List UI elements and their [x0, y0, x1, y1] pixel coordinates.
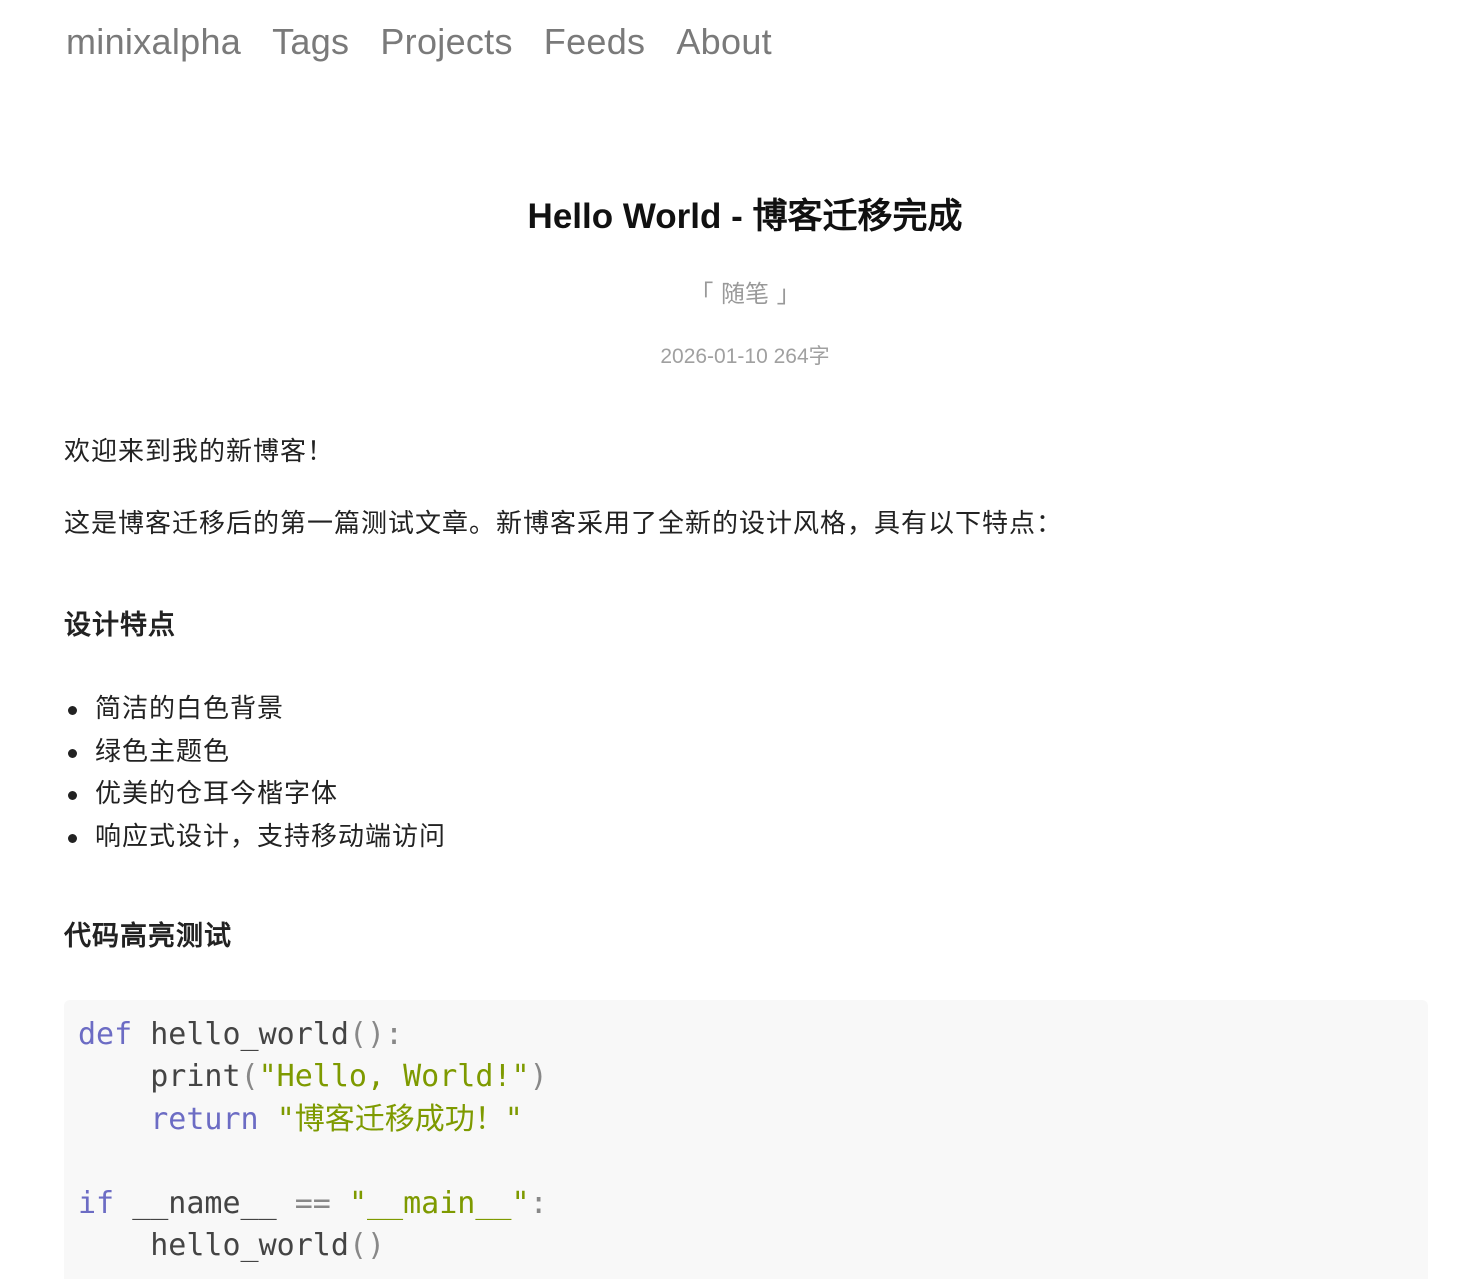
code-identifier: __name__: [132, 1186, 277, 1222]
list-item: 响应式设计，支持移动端访问: [64, 816, 446, 859]
code-line: if __name__ == "__main__":: [78, 1183, 1428, 1225]
nav-link-projects[interactable]: Projects: [380, 21, 512, 63]
post-title: Hello World - 博客迁移完成: [527, 197, 963, 236]
nav-link-about[interactable]: About: [676, 21, 772, 63]
code-punctuation: :: [529, 1186, 548, 1222]
code-string: "Hello, World!": [258, 1059, 530, 1095]
code-line: return "博客迁移成功！": [78, 1099, 1428, 1141]
nav-link-tags[interactable]: Tags: [272, 21, 349, 63]
list-item: 优美的仓耳今楷字体: [64, 773, 446, 816]
section-heading-code: 代码高亮测试: [64, 921, 232, 952]
list-item: 绿色主题色: [64, 731, 446, 774]
category-link[interactable]: 「 随笔 」: [689, 280, 800, 308]
code-keyword: if: [78, 1186, 115, 1222]
code-block: def hello_world(): print("Hello, World!"…: [64, 1000, 1428, 1279]
code-string: "博客迁移成功！": [276, 1101, 523, 1137]
code-line: print("Hello, World!"): [78, 1056, 1428, 1098]
code-punctuation: (: [240, 1059, 259, 1095]
nav-brand-link[interactable]: minixalpha: [66, 21, 241, 63]
post-date: 2026-01-10: [660, 345, 768, 368]
code-punctuation: (): [348, 1228, 386, 1264]
post-category: 「 随笔 」: [0, 276, 1472, 312]
code-string: "__main__": [348, 1186, 530, 1222]
code-identifier: print: [150, 1059, 241, 1095]
code-keyword: def: [78, 1017, 133, 1052]
feature-list: 简洁的白色背景 绿色主题色 优美的仓耳今楷字体 响应式设计，支持移动端访问: [64, 688, 446, 858]
code-punctuation: ():: [348, 1017, 404, 1052]
code-line: def hello_world():: [78, 1014, 1428, 1056]
post-meta: 2026-01-10 264字: [0, 342, 1472, 372]
list-item: 简洁的白色背景: [64, 688, 446, 731]
code-punctuation: ): [529, 1059, 548, 1095]
paragraph-intro: 这是博客迁移后的第一篇测试文章。新博客采用了全新的设计风格，具有以下特点：: [64, 509, 1064, 539]
top-navigation: minixalpha Tags Projects Feeds About: [66, 16, 772, 68]
code-identifier: hello_world: [150, 1228, 349, 1264]
code-keyword: return: [150, 1101, 259, 1137]
code-operator: ==: [294, 1186, 331, 1222]
code-identifier: hello_world: [150, 1017, 349, 1052]
post-word-count: 264字: [773, 345, 830, 368]
section-heading-design: 设计特点: [64, 610, 176, 641]
nav-link-feeds[interactable]: Feeds: [544, 21, 646, 63]
paragraph-welcome: 欢迎来到我的新博客！: [64, 437, 335, 467]
code-line: hello_world(): [78, 1225, 1428, 1267]
